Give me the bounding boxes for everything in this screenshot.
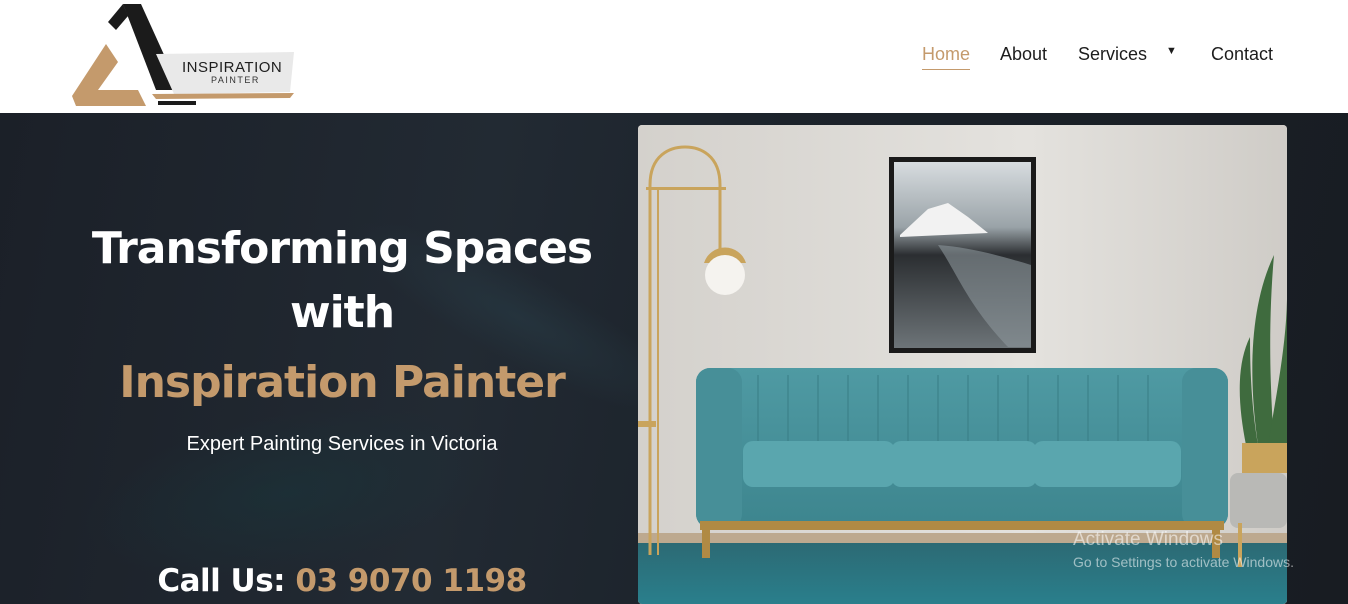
windows-activation-watermark: Activate Windows Go to Settings to activ… <box>1073 529 1294 570</box>
hero-subtitle: Expert Painting Services in Victoria <box>186 433 498 455</box>
site-header: INSPIRATION PAINTER Home About Services … <box>0 0 1348 113</box>
call-label: Call Us: <box>157 563 286 599</box>
nav-home[interactable]: Home <box>922 44 971 70</box>
call-us-line: Call Us: 03 9070 1198 <box>0 563 684 599</box>
hero-headline-brand: Inspiration Painter <box>119 357 566 408</box>
watermark-subtitle: Go to Settings to activate Windows. <box>1073 554 1294 570</box>
nav-about[interactable]: About <box>1000 44 1047 65</box>
phone-link[interactable]: 03 9070 1198 <box>295 563 527 599</box>
logo-tagline: PAINTER <box>211 75 260 85</box>
hero-headline-line-2: with <box>289 287 395 338</box>
nav-services[interactable]: Services <box>1078 44 1147 65</box>
nav-contact[interactable]: Contact <box>1211 44 1273 65</box>
hero-copy: Transforming Spaces with Inspiration Pai… <box>0 113 684 604</box>
caret-down-icon[interactable]: ▼ <box>1166 45 1177 57</box>
watermark-title: Activate Windows <box>1073 529 1223 550</box>
hero-headline-line-1: Transforming Spaces <box>91 223 593 274</box>
main-nav: Home About Services ▼ Contact <box>0 44 1348 70</box>
